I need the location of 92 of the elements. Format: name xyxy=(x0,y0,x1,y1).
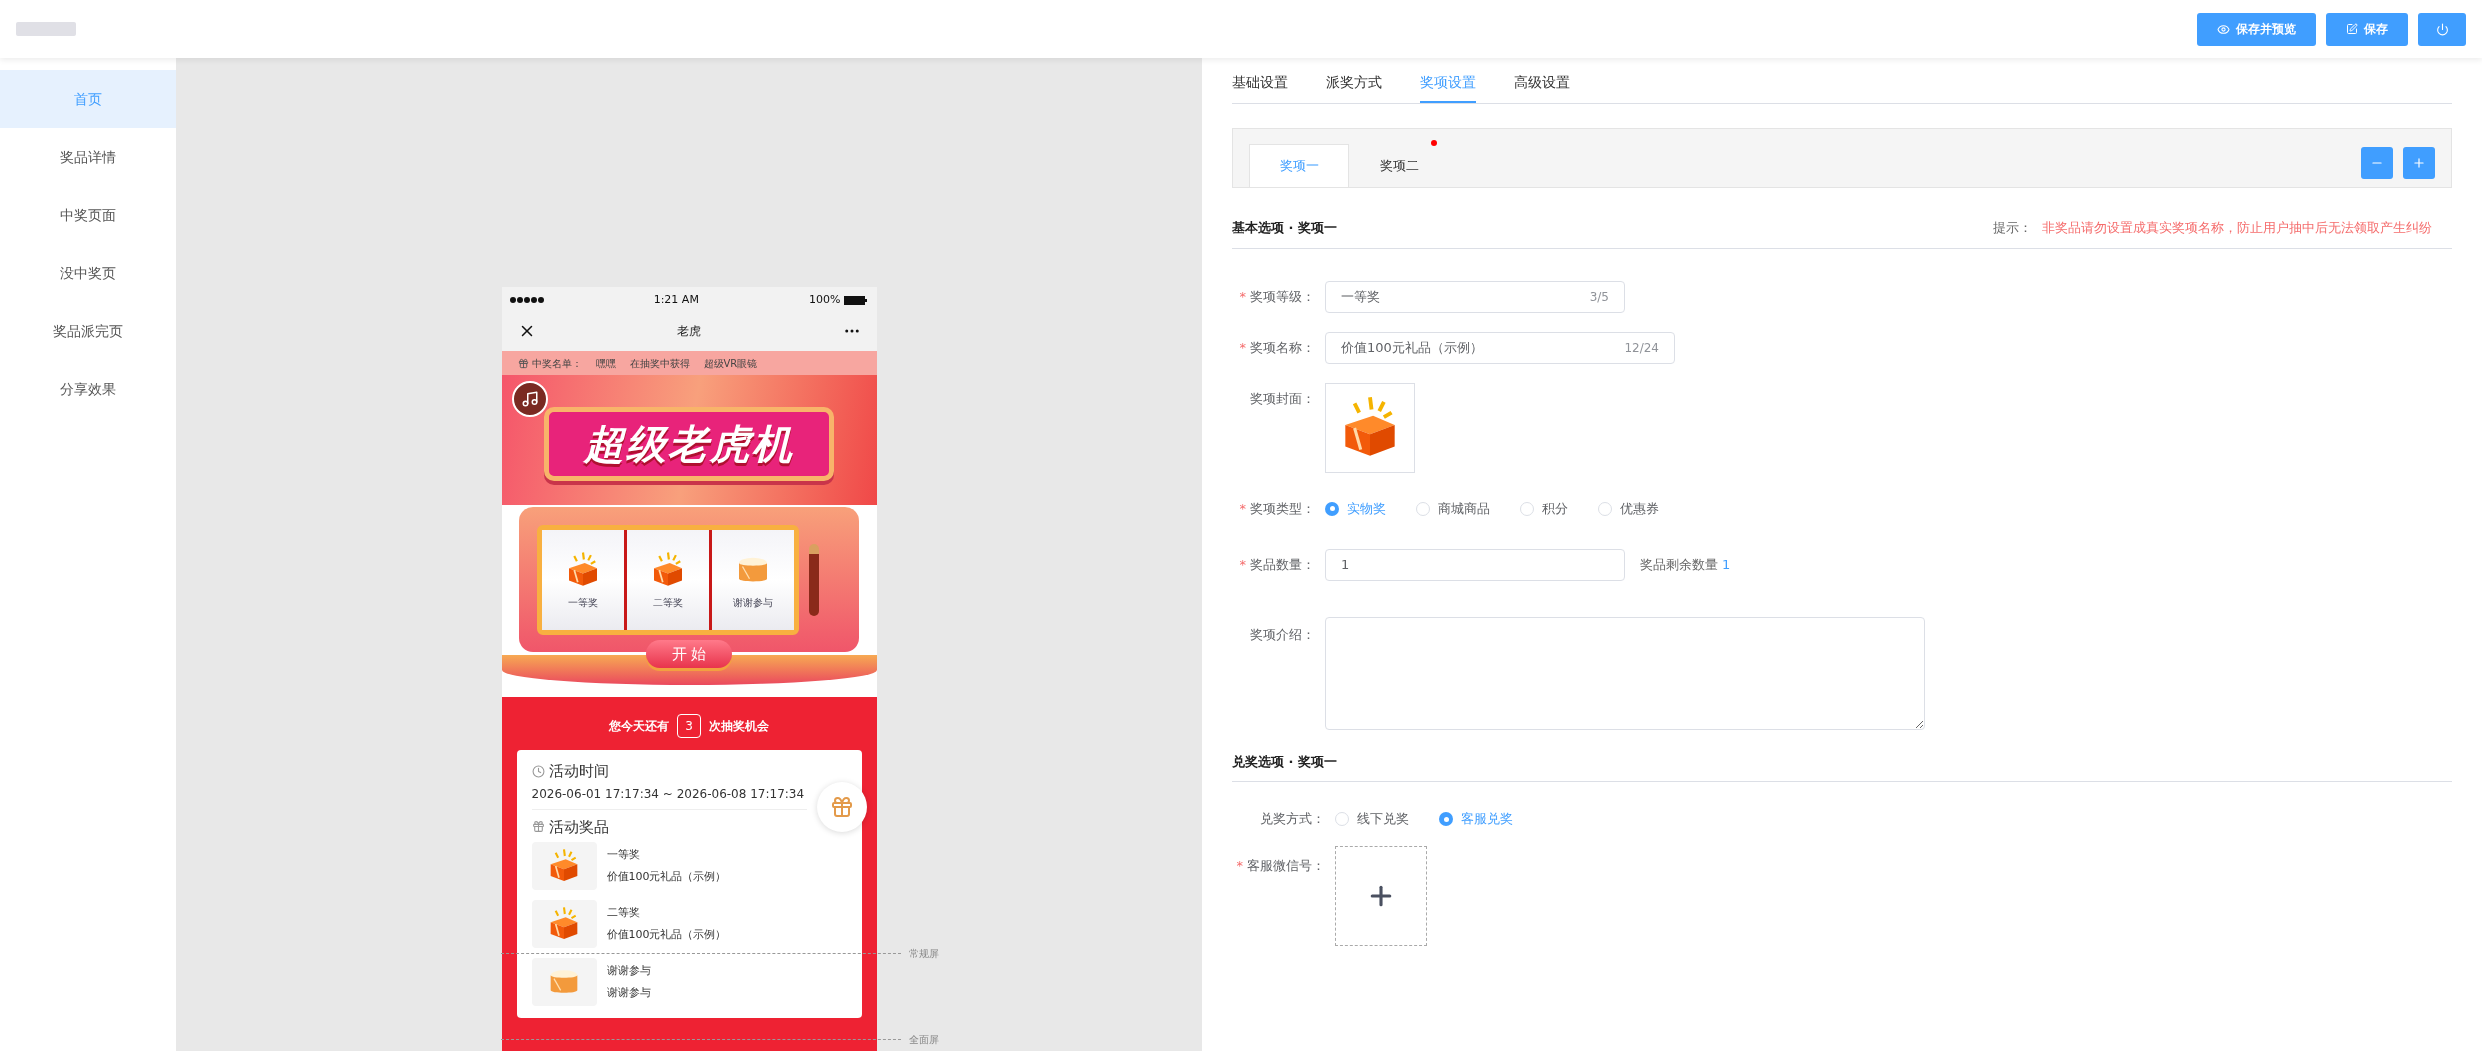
clock-icon xyxy=(531,764,545,778)
plus-icon xyxy=(2412,156,2426,170)
prize-level: 一等奖 xyxy=(606,846,641,863)
hint-text: 非奖品请勿设置成真实奖项名称，防止用户抽中后无法领取产生纠纷 xyxy=(2042,219,2432,237)
settings-tab[interactable]: 派奖方式 xyxy=(1326,72,1382,103)
reel-label: 二等奖 xyxy=(653,596,683,610)
chances-count: 3 xyxy=(677,714,701,738)
radio-label: 客服兑奖 xyxy=(1461,810,1513,829)
required-asterisk: * xyxy=(1239,499,1246,518)
field-label: 奖项名称： xyxy=(1250,338,1315,357)
reel-label: 一等奖 xyxy=(568,596,598,610)
radio-button[interactable] xyxy=(1416,501,1430,516)
sidebar-item[interactable]: 分享效果 xyxy=(0,360,176,418)
section-title: 兑奖选项 · 奖项一 xyxy=(1232,752,1337,771)
gift-icon xyxy=(829,795,854,819)
logo-placeholder xyxy=(16,22,76,36)
add-button[interactable] xyxy=(2403,147,2435,179)
field-label: 奖项介绍： xyxy=(1250,625,1315,644)
battery-icon xyxy=(844,295,869,305)
gift-icon xyxy=(517,357,529,369)
radio-button[interactable] xyxy=(1598,501,1612,516)
input-value: 价值100元礼品（示例） xyxy=(1341,338,1483,357)
music-note-icon xyxy=(520,390,539,408)
radio-label: 积分 xyxy=(1542,499,1568,518)
field-label: 兑奖方式： xyxy=(1260,810,1325,829)
prize-name: 价值100元礼品（示例） xyxy=(606,927,727,943)
prize-level: 谢谢参与 xyxy=(606,962,651,979)
remove-button[interactable] xyxy=(2361,147,2393,179)
field-label: 奖品数量： xyxy=(1250,555,1315,574)
sidebar-item[interactable]: 中奖页面 xyxy=(0,186,176,244)
ticker-label: 中奖名单： xyxy=(531,356,582,371)
remaining-value: 1 xyxy=(1722,555,1731,574)
prize-level: 二等奖 xyxy=(606,904,641,921)
reel-label: 谢谢参与 xyxy=(733,596,773,610)
radio-button[interactable] xyxy=(1439,812,1453,826)
upload-box[interactable] xyxy=(1335,846,1427,946)
radio-label: 优惠券 xyxy=(1620,499,1659,518)
field-label: 奖项封面： xyxy=(1250,389,1315,408)
hint-label: 提示： xyxy=(1993,219,2032,237)
char-counter: 12/24 xyxy=(1624,339,1659,357)
required-asterisk: * xyxy=(1239,555,1246,574)
gift-button[interactable] xyxy=(816,782,867,832)
sidebar-item[interactable]: 没中奖页 xyxy=(0,244,176,302)
music-button[interactable] xyxy=(511,381,548,417)
sidebar-item[interactable]: 奖品派完页 xyxy=(0,302,176,360)
input-field[interactable]: 一等奖 3/5 xyxy=(1325,280,1625,313)
cover-image[interactable] xyxy=(1325,382,1415,473)
edit-icon xyxy=(2346,23,2358,35)
battery-percent: 100% xyxy=(809,291,841,308)
radio-button[interactable] xyxy=(1520,501,1534,516)
remaining-label: 奖品剩余数量 xyxy=(1640,555,1718,574)
prize-name: 谢谢参与 xyxy=(606,985,651,1001)
power-button[interactable] xyxy=(2418,12,2466,46)
banner-title: 超级老虎机 xyxy=(584,420,794,469)
char-counter: 3/5 xyxy=(1589,288,1609,306)
prize-tab[interactable]: 奖项二 xyxy=(1349,144,1449,187)
page-title: 老虎 xyxy=(677,322,701,340)
required-asterisk: * xyxy=(1236,857,1243,875)
section-title: 基本选项 · 奖项一 xyxy=(1232,219,1337,237)
field-label: 奖项类型： xyxy=(1250,499,1315,518)
field-label: 客服微信号： xyxy=(1247,857,1325,875)
input-field[interactable]: 1 xyxy=(1325,548,1625,581)
ticker-text: 嘿嘿 xyxy=(595,356,616,371)
field-label: 奖项等级： xyxy=(1250,287,1315,306)
chances-text: 您今天还有 xyxy=(609,718,669,735)
status-time: 1:21 AM xyxy=(653,291,699,308)
power-icon xyxy=(2435,22,2449,36)
settings-tab[interactable]: 基础设置 xyxy=(1232,72,1288,103)
radio-button[interactable] xyxy=(1335,812,1349,826)
gift-icon xyxy=(531,820,545,834)
settings-tab[interactable]: 高级设置 xyxy=(1514,72,1570,103)
radio-button[interactable] xyxy=(1325,501,1339,516)
eye-icon xyxy=(2217,22,2230,36)
ticker-text: 在抽奖中获得 xyxy=(629,356,690,371)
input-value: 一等奖 xyxy=(1341,287,1380,306)
radio-label: 商城商品 xyxy=(1438,499,1490,518)
prize-name: 价值100元礼品（示例） xyxy=(606,869,727,885)
radio-label: 线下兑奖 xyxy=(1357,810,1409,829)
input-field[interactable]: 价值100元礼品（示例） 12/24 xyxy=(1325,331,1675,364)
radio-label: 实物奖 xyxy=(1347,499,1386,518)
signal-icon xyxy=(509,297,544,303)
card-heading: 活动奖品 xyxy=(548,816,609,838)
ticker-text: 超级VR眼镜 xyxy=(703,356,758,371)
activity-time-range: 2026-06-01 17:17:34 ~ 2026-06-08 17:17:34 xyxy=(531,784,807,810)
required-asterisk: * xyxy=(1239,338,1246,357)
guide-label: 全面屏 xyxy=(909,1033,939,1047)
sidebar-item[interactable]: 奖品详情 xyxy=(0,128,176,186)
guide-label: 常规屏 xyxy=(909,947,939,961)
required-asterisk: * xyxy=(1239,287,1246,306)
chances-text: 次抽奖机会 xyxy=(709,718,769,735)
input-value: 1 xyxy=(1341,555,1350,574)
card-heading: 活动时间 xyxy=(548,761,609,782)
